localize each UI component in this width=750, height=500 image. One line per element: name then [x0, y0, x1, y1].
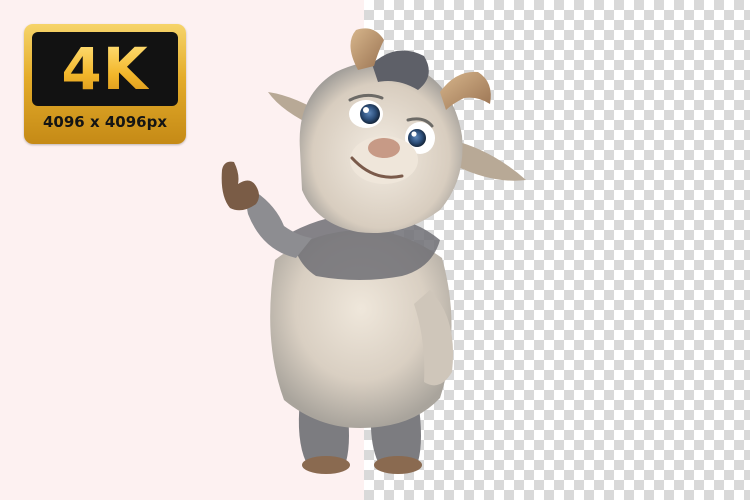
goat-illustration — [221, 28, 526, 474]
product-preview: 4K 4096 x 4096px — [0, 0, 750, 500]
